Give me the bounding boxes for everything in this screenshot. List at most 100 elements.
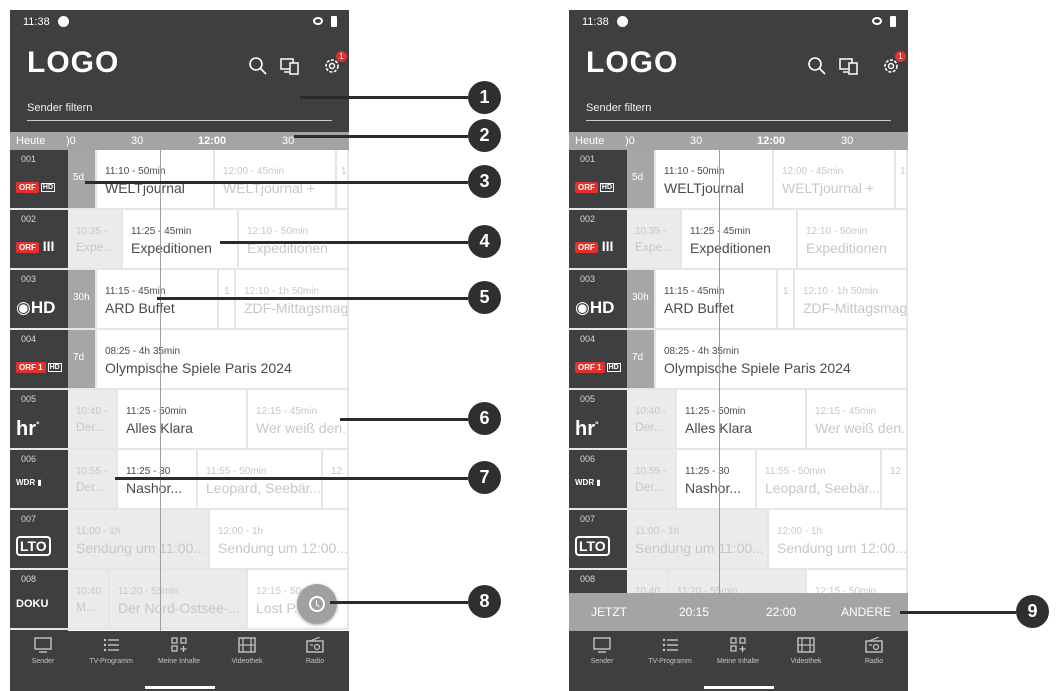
replay-indicator[interactable]: 30h [627, 270, 656, 328]
devices-icon[interactable] [839, 56, 859, 76]
phone-screen-quick-jump: 11:38 LOGO 1 Sender filtern Heute )0 30 … [569, 10, 908, 691]
program-cell[interactable]: 11:25 - 50min Alles Klara [118, 390, 248, 448]
channel-tile[interactable]: 001 ORF HD [10, 150, 68, 208]
program-cell[interactable]: 10:40 - Der... [68, 390, 118, 448]
channel-filter-input[interactable]: Sender filtern [586, 102, 891, 121]
program-cell[interactable]: 12:10 - 1h 50min ZDF-Mittagsmag [795, 270, 908, 328]
channel-tile[interactable]: 003 ◉HD [569, 270, 627, 328]
channel-row: 001 ORF HD 5d 11:10 - 50min WELTjournal 12… [10, 150, 349, 210]
program-cell[interactable]: 12:10 - 50min Expeditionen [798, 210, 908, 268]
program-cell[interactable]: 1 [896, 150, 908, 208]
program-cell[interactable]: 11:00 - 1h Sendung um 11:00... [627, 510, 769, 568]
channel-logo: ORF 1 HD [16, 358, 62, 374]
settings-button[interactable]: 1 [322, 51, 347, 76]
callout-line [220, 241, 468, 244]
channel-tile[interactable]: 004 ORF 1 HD [10, 330, 68, 388]
program-cell[interactable]: 11:00 - 1h Sendung um 11:00... [68, 510, 210, 568]
quick-jump-now[interactable]: JETZT [591, 605, 627, 619]
nav-sender[interactable]: Sender [11, 637, 75, 665]
program-cell[interactable]: 11:25 - 30 Nashor... [677, 450, 757, 508]
program-cell[interactable]: 11:10 - 50min WELTjournal [656, 150, 774, 208]
channel-row: 003 ◉HD 30h 11:15 - 45min ARD Buffet 1 12… [10, 270, 349, 330]
program-cell[interactable]: 11:55 - 50min Leopard, Seebär... [757, 450, 882, 508]
channel-tile[interactable]: 008 DOKU [10, 570, 68, 628]
callout-line [294, 135, 468, 138]
program-cell[interactable]: 1 [778, 270, 795, 328]
program-cell[interactable]: 10:40 M... [68, 570, 110, 628]
channel-filter-input[interactable]: Sender filtern [27, 102, 332, 121]
nav-radio[interactable]: Radio [283, 637, 347, 665]
channel-logo: ORF III [16, 238, 54, 254]
channel-tile[interactable]: 004 ORF 1 HD [569, 330, 627, 388]
program-cell[interactable]: 10:55 - Der... [627, 450, 677, 508]
channel-tile[interactable]: 001 ORF HD [569, 150, 627, 208]
channel-tile[interactable]: 007 LTO [10, 510, 68, 568]
channel-tile[interactable]: 006 WDR ▮ [10, 450, 68, 508]
callout-line [300, 96, 468, 99]
program-cell[interactable]: 12:00 - 1h Sendung um 12:00... [769, 510, 908, 568]
quick-jump-other[interactable]: ANDERE [841, 605, 891, 619]
settings-button[interactable]: 1 [881, 51, 906, 76]
replay-indicator[interactable]: 5d [68, 150, 97, 208]
nav-videothek[interactable]: Videothek [215, 637, 279, 665]
program-cell[interactable]: 10:35 - Expe... [627, 210, 682, 268]
replay-indicator[interactable]: 30h [68, 270, 97, 328]
replay-indicator[interactable]: 5d [627, 150, 656, 208]
program-cell[interactable]: 11:10 - 50min WELTjournal [97, 150, 215, 208]
channel-row: 005 hr° 10:40 - Der... 11:25 - 50min Alles… [10, 390, 349, 450]
program-cell[interactable]: 12:00 - 1h Sendung um 12:00... [210, 510, 349, 568]
callout-line [340, 418, 468, 421]
quick-jump-2015[interactable]: 20:15 [679, 605, 709, 619]
channel-tile[interactable]: 003 ◉HD [10, 270, 68, 328]
program-cell[interactable]: 12:00 - 45min WELTjournal + [215, 150, 337, 208]
callout-marker: 8 [468, 585, 501, 618]
nav-tv-programm[interactable]: TV-Programm [638, 637, 702, 665]
callout-line [900, 611, 1016, 614]
time-label: 30 [282, 135, 295, 147]
tv-icon [34, 637, 52, 653]
program-cell[interactable]: 10:55 - Der... [68, 450, 118, 508]
program-cell[interactable]: 11:25 - 45min Expeditionen [682, 210, 798, 268]
today-label[interactable]: Heute [575, 135, 604, 147]
program-cell[interactable]: 11:25 - 45min Expeditionen [123, 210, 239, 268]
nav-tv-programm[interactable]: TV-Programm [79, 637, 143, 665]
program-cell[interactable]: 12:15 - 45min Wer weiß den... [807, 390, 908, 448]
nav-meine-inhalte[interactable]: Meine Inhalte [147, 637, 211, 665]
channel-tile[interactable]: 002 ORF III [10, 210, 68, 268]
program-cell[interactable]: 1 [337, 150, 349, 208]
program-cell[interactable]: 12:00 - 45min WELTjournal + [774, 150, 896, 208]
nav-meine-inhalte[interactable]: Meine Inhalte [706, 637, 770, 665]
film-icon [797, 637, 815, 653]
search-icon[interactable] [807, 56, 827, 76]
quick-jump-2200[interactable]: 22:00 [766, 605, 796, 619]
callout-line [157, 297, 468, 300]
search-icon[interactable] [248, 56, 268, 76]
devices-icon[interactable] [280, 56, 300, 76]
today-label[interactable]: Heute [16, 135, 45, 147]
time-ruler[interactable]: Heute )0 30 12:00 30 [569, 132, 908, 150]
program-cell[interactable]: 12:10 - 50min Expeditionen [239, 210, 349, 268]
tv-icon [593, 637, 611, 653]
replay-indicator[interactable]: 7d [627, 330, 656, 388]
channel-row: 002 ORF III 10:35 - Expe... 11:25 - 45min… [569, 210, 908, 270]
time-jump-button[interactable] [297, 584, 337, 624]
channel-tile[interactable]: 002 ORF III [569, 210, 627, 268]
program-cell[interactable]: 10:40 - Der... [627, 390, 677, 448]
nav-videothek[interactable]: Videothek [774, 637, 838, 665]
program-cell[interactable]: 11:15 - 45min ARD Buffet [656, 270, 778, 328]
program-cell[interactable]: 12 [882, 450, 908, 508]
channel-tile[interactable]: 005 hr° [10, 390, 68, 448]
replay-indicator[interactable]: 7d [68, 330, 97, 388]
nav-sender[interactable]: Sender [570, 637, 634, 665]
nav-radio[interactable]: Radio [842, 637, 906, 665]
channel-tile[interactable]: 006 WDR ▮ [569, 450, 627, 508]
program-cell[interactable]: 08:25 - 4h 35min Olympische Spiele Paris … [97, 330, 349, 388]
channel-logo: WDR ▮ [16, 478, 42, 487]
program-cell[interactable]: 10:35 - Expe... [68, 210, 123, 268]
program-cell[interactable]: 11:25 - 50min Alles Klara [677, 390, 807, 448]
program-cell[interactable]: 08:25 - 4h 35min Olympische Spiele Paris … [656, 330, 908, 388]
channel-tile[interactable]: 005 hr° [569, 390, 627, 448]
program-cell[interactable]: 11:20 - 55min Der Nord-Ostsee-... [110, 570, 248, 628]
program-cell[interactable]: 12:15 - 45min Wer weiß den... [248, 390, 349, 448]
channel-tile[interactable]: 007 LTO [569, 510, 627, 568]
